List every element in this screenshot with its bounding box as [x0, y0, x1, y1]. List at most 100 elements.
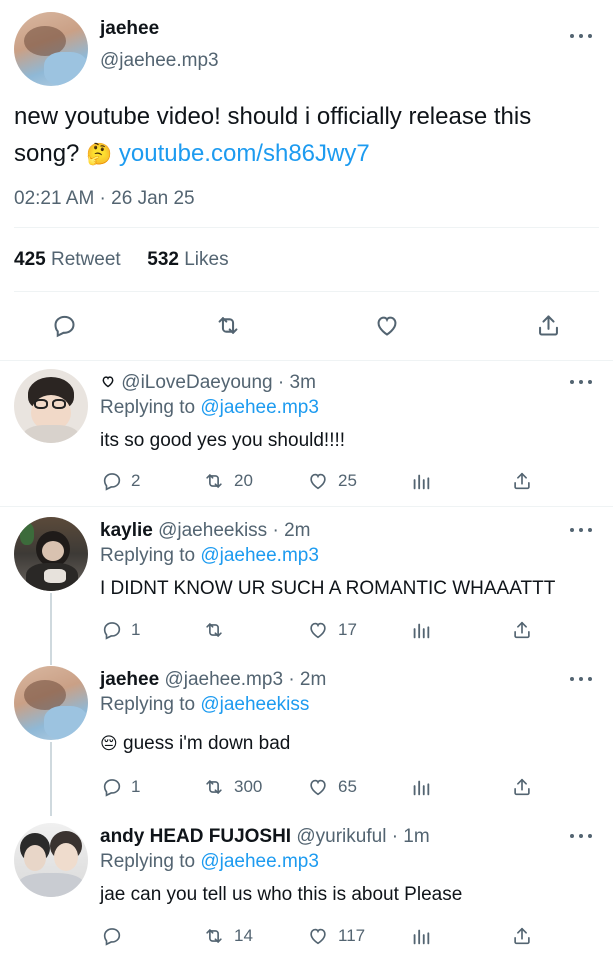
share-icon	[539, 315, 558, 336]
share-icon	[514, 778, 530, 796]
reply-header: jaehee @jaehee.mp3 · 2m	[100, 669, 326, 691]
more-icon[interactable]	[570, 379, 592, 385]
retweet-count: 20	[234, 471, 253, 490]
reply-display-name[interactable]: jaehee	[100, 669, 159, 690]
reply-button[interactable]: 2	[101, 470, 140, 492]
reply-time[interactable]: · 1m	[392, 826, 430, 847]
more-icon[interactable]	[570, 833, 592, 839]
reply-button[interactable]	[51, 312, 78, 339]
reply-handle[interactable]: @yurikuful	[296, 826, 386, 847]
like-button[interactable]: 65	[306, 776, 357, 798]
reply-text: jae can you tell us who this is about Pl…	[100, 884, 463, 905]
reply-button[interactable]: 1	[101, 619, 140, 641]
avatar[interactable]	[14, 666, 88, 740]
views-button[interactable]	[410, 776, 432, 798]
avatar[interactable]	[14, 823, 88, 897]
views-icon	[413, 623, 430, 639]
replying-to-handle[interactable]: @jaeheekiss	[200, 694, 309, 715]
replying-to: Replying to @jaehee.mp3	[100, 545, 319, 567]
reply-header: @iLoveDaeyoung · 3m	[100, 372, 316, 394]
thinking-emoji-icon: 🤔	[86, 143, 113, 166]
retweet-button[interactable]: 300	[202, 776, 262, 798]
reply-count: 2	[131, 471, 141, 490]
retweet-button[interactable]: 20	[202, 470, 253, 492]
thread-line	[50, 742, 52, 816]
retweet-button[interactable]	[202, 619, 234, 641]
avatar[interactable]	[14, 369, 88, 443]
retweet-button[interactable]: 14	[202, 925, 253, 947]
tweet-text-line1: new youtube video! should i officially r…	[14, 103, 532, 130]
retweet-button[interactable]	[214, 312, 242, 339]
reply-display-name[interactable]: andy HEAD FUJOSHI	[100, 826, 291, 847]
replying-label: Replying to	[100, 397, 196, 418]
more-icon[interactable]	[570, 676, 592, 682]
more-icon[interactable]	[570, 527, 592, 533]
retweet-count: 300	[234, 777, 263, 796]
views-icon	[413, 780, 430, 796]
retweet-icon	[206, 929, 222, 943]
views-button[interactable]	[410, 925, 432, 947]
replying-to-handle[interactable]: @jaehee.mp3	[200, 851, 319, 872]
reply-icon	[103, 779, 121, 797]
reply-time[interactable]: · 2m	[288, 669, 326, 690]
reply-icon	[103, 473, 121, 491]
reply-time[interactable]: · 2m	[272, 520, 310, 541]
reply-handle[interactable]: @jaehee.mp3	[164, 669, 283, 690]
retweet-label[interactable]: Retweet	[51, 249, 121, 270]
views-icon	[413, 474, 430, 490]
reply-text-body: guess i'm down bad	[123, 733, 291, 754]
more-icon[interactable]	[570, 33, 592, 39]
reply-handle[interactable]: @jaeheekiss	[158, 520, 267, 541]
tweet-text: new youtube video! should i officially r…	[14, 98, 531, 173]
replying-to: Replying to @jaehee.mp3	[100, 851, 319, 873]
reply-count: 1	[131, 777, 141, 796]
reply-button[interactable]	[101, 925, 131, 947]
avatar[interactable]	[14, 517, 88, 591]
share-button[interactable]	[511, 470, 533, 492]
timestamp[interactable]: 02:21 AM · 26 Jan 25	[14, 188, 195, 210]
reply-button[interactable]: 1	[101, 776, 140, 798]
like-icon	[310, 622, 326, 639]
avatar[interactable]	[14, 12, 88, 86]
like-icon	[310, 779, 326, 796]
like-icon	[377, 316, 397, 336]
like-button[interactable]	[373, 312, 401, 339]
reply-time[interactable]: · 3m	[278, 372, 316, 393]
retweet-icon	[206, 623, 222, 637]
share-button[interactable]	[511, 619, 533, 641]
tweet-link[interactable]: youtube.com/sh86Jwy7	[119, 140, 370, 167]
tweet-text-line2: song? 🤔 youtube.com/sh86Jwy7	[14, 135, 531, 173]
views-button[interactable]	[410, 619, 432, 641]
like-button[interactable]: 17	[306, 619, 357, 641]
reply-display-name[interactable]: kaylie	[100, 520, 153, 541]
reply-icon	[54, 315, 75, 338]
retweet-icon	[206, 780, 222, 794]
divider	[0, 360, 613, 361]
like-button[interactable]: 25	[306, 470, 357, 492]
likes-label[interactable]: Likes	[184, 249, 228, 270]
engagement-stats: 425 Retweet 532 Likes	[14, 249, 229, 271]
display-name[interactable]: jaehee	[100, 18, 159, 40]
share-button[interactable]	[511, 925, 533, 947]
pensive-emoji-icon: 😔	[100, 734, 118, 753]
replying-label: Replying to	[100, 694, 196, 715]
like-count: 25	[338, 471, 357, 490]
divider	[14, 227, 599, 228]
reply-handle[interactable]: @iLoveDaeyoung	[121, 372, 272, 393]
retweet-count[interactable]: 425	[14, 249, 46, 270]
share-icon	[514, 621, 530, 639]
share-button[interactable]	[535, 312, 562, 339]
reply-header: andy HEAD FUJOSHI @yurikuful · 1m	[100, 826, 430, 848]
like-button[interactable]: 117	[306, 925, 365, 947]
share-button[interactable]	[511, 776, 533, 798]
like-icon	[310, 928, 326, 945]
like-count: 117	[338, 926, 366, 945]
replying-to: Replying to @jaehee.mp3	[100, 397, 319, 419]
replying-label: Replying to	[100, 545, 196, 566]
retweet-icon	[218, 317, 238, 334]
handle[interactable]: @jaehee.mp3	[100, 50, 219, 72]
views-button[interactable]	[410, 470, 432, 492]
replying-to-handle[interactable]: @jaehee.mp3	[200, 397, 319, 418]
likes-count[interactable]: 532	[147, 249, 179, 270]
replying-to-handle[interactable]: @jaehee.mp3	[200, 545, 319, 566]
